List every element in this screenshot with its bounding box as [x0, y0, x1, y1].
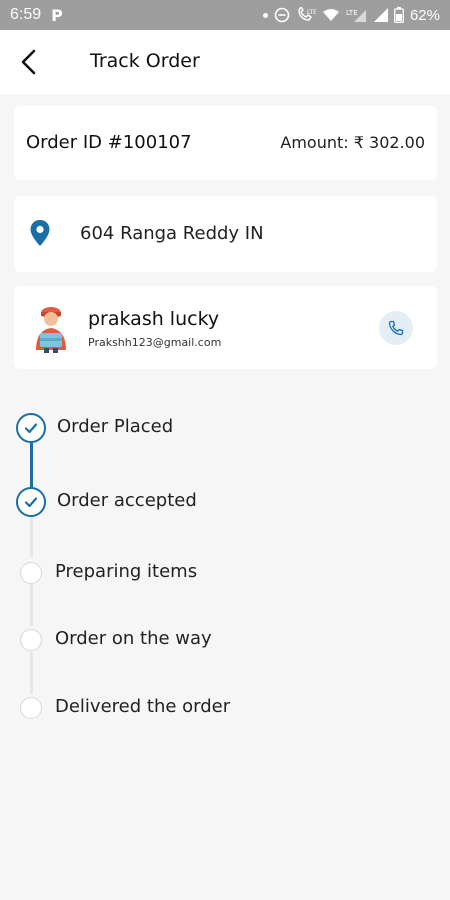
order-amount: Amount: ₹ 302.00 — [280, 133, 425, 152]
volte-icon: LTE — [298, 7, 316, 21]
check-circle-icon — [16, 413, 46, 443]
customer-card: prakash lucky Prakshh123@gmail.com — [14, 286, 437, 369]
do-not-disturb-icon — [274, 7, 290, 23]
status-bar: 6:59 P LTE LTE 62% — [0, 0, 450, 30]
order-summary-card: Order ID #100107 Amount: ₹ 302.00 — [14, 106, 437, 180]
timeline-step: Delivered the order — [0, 696, 450, 737]
status-time: 6:59 — [10, 6, 42, 23]
customer-email: Prakshh123@gmail.com — [88, 336, 222, 349]
lte-icon: LTE — [346, 9, 366, 22]
timeline-step: Preparing items — [0, 561, 450, 602]
svg-text:LTE: LTE — [307, 9, 316, 16]
call-button[interactable] — [379, 311, 413, 345]
battery-percent: 62% — [409, 6, 440, 24]
status-icons: LTE LTE 62% — [262, 6, 440, 24]
check-circle-icon — [16, 487, 46, 517]
signal-icon — [373, 8, 388, 22]
phone-icon — [388, 320, 404, 336]
timeline-step: Order on the way — [0, 628, 450, 669]
address-text: 604 Ranga Reddy IN — [80, 223, 264, 244]
timeline-step-label: Delivered the order — [55, 696, 231, 717]
timeline-step-label: Order accepted — [57, 490, 197, 511]
battery-icon — [394, 7, 404, 23]
dot-icon — [262, 12, 268, 18]
svg-text:LTE: LTE — [346, 9, 358, 17]
delivery-person-avatar — [36, 307, 66, 353]
empty-circle-icon — [20, 697, 42, 719]
wifi-icon — [322, 9, 339, 21]
timeline-step-label: Preparing items — [55, 561, 198, 582]
timeline-step-label: Order on the way — [55, 628, 212, 649]
location-pin-icon — [30, 220, 50, 246]
timeline-step: Order accepted — [0, 487, 450, 527]
order-id: Order ID #100107 — [26, 132, 192, 153]
timeline-step: Order Placed — [0, 413, 450, 453]
p-app-icon: P — [51, 5, 63, 25]
page-title: Track Order — [90, 50, 200, 72]
app-header: Track Order — [0, 30, 450, 94]
customer-name: prakash lucky — [88, 308, 220, 330]
empty-circle-icon — [20, 629, 42, 651]
timeline-step-label: Order Placed — [57, 416, 174, 437]
order-timeline: Order Placed Order accepted Preparing it… — [0, 400, 450, 740]
empty-circle-icon — [20, 562, 42, 584]
back-arrow-icon[interactable] — [18, 48, 44, 76]
address-card: 604 Ranga Reddy IN — [14, 196, 437, 272]
